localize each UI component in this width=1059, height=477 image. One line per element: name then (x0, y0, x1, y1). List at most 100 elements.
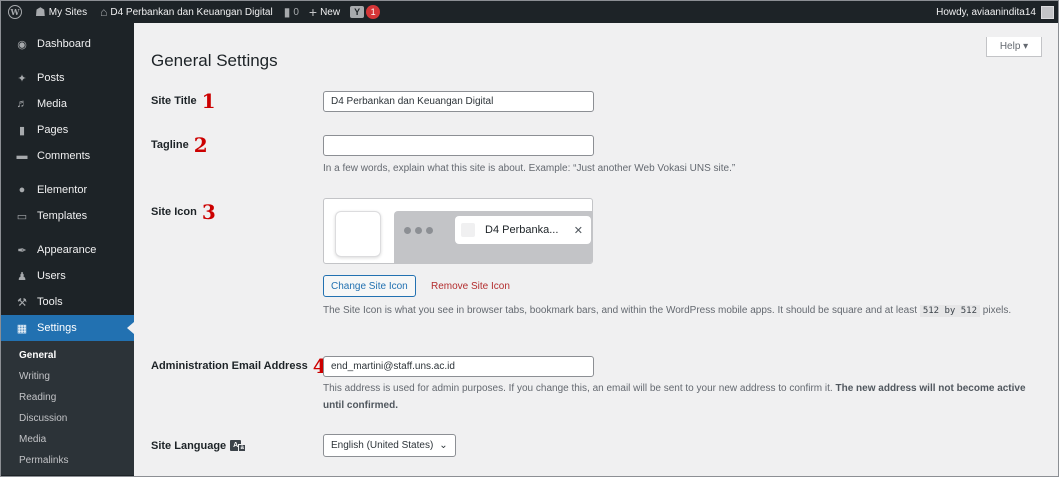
sidebar-item-templates[interactable]: ▭ Templates (1, 203, 134, 229)
howdy-label: Howdy, aviaanindita14 (936, 6, 1036, 18)
favicon-placeholder-icon (461, 223, 475, 237)
my-account-menu[interactable]: Howdy, aviaanindita14 (936, 1, 1054, 23)
submenu-item-discussion[interactable]: Discussion (1, 408, 134, 429)
sidebar-item-label: Tools (37, 296, 63, 308)
site-language-select[interactable]: English (United States) ⌄ (323, 434, 456, 457)
annotation-marker-2: 2 (193, 133, 208, 157)
sidebar-item-users[interactable]: ♟ Users (1, 263, 134, 289)
wordpress-logo-icon: W (8, 5, 22, 19)
page-title: General Settings (151, 51, 278, 70)
admin-bar: W ☗ My Sites ⌂ D4 Perbankan dan Keuangan… (1, 1, 1058, 23)
annotation-marker-1: 1 (201, 89, 216, 113)
main-content: Help ▾ General Settings Site Title 1 Tag… (151, 23, 1058, 476)
wordpress-logo-button[interactable]: W (1, 1, 30, 23)
site-name-label: D4 Perbankan dan Keuangan Digital (110, 6, 273, 18)
wrench-icon: ⚒ (17, 296, 27, 309)
submenu-item-reading[interactable]: Reading (1, 387, 134, 408)
elementor-icon: ● (18, 184, 26, 196)
admin-email-label-row: Administration Email Address 4 (151, 356, 327, 376)
site-language-value: English (United States) (331, 440, 434, 451)
site-icon-preview: D4 Perbanka... ✕ (323, 198, 593, 264)
translate-icon-secondary: a (238, 444, 247, 452)
site-title-label: Site Title (151, 95, 197, 107)
new-content-menu[interactable]: + New (304, 1, 345, 23)
my-sites-icon: ☗ (35, 5, 46, 19)
sidebar-item-label: Pages (37, 124, 69, 136)
sidebar-item-settings[interactable]: ▦ Settings (1, 315, 134, 341)
wp-admin-window: W ☗ My Sites ⌂ D4 Perbankan dan Keuangan… (0, 0, 1059, 477)
sidebar-item-posts[interactable]: ✦ Posts (1, 65, 134, 91)
pin-icon: ✦ (17, 72, 27, 85)
comment-icon: ▬ (16, 150, 28, 162)
browser-dots-icon (404, 227, 433, 234)
site-icon-description: The Site Icon is what you see in browser… (323, 302, 1043, 320)
site-icon-label-row: Site Icon 3 (151, 202, 216, 222)
new-label: New (320, 6, 341, 18)
sidebar-item-appearance[interactable]: ✒ Appearance (1, 237, 134, 263)
settings-icon: ▦ (16, 322, 28, 335)
users-icon: ♟ (17, 270, 27, 283)
plus-icon: + (308, 4, 318, 20)
browser-tab-title: D4 Perbanka... (485, 224, 559, 236)
folder-icon: ▭ (16, 210, 28, 223)
site-icon-description-text: The Site Icon is what you see in browser… (323, 305, 918, 316)
sidebar-item-label: Comments (37, 150, 91, 162)
pages-icon: ▮ (18, 124, 26, 137)
admin-email-description: This address is used for admin purposes.… (323, 380, 1043, 414)
site-language-label-row: Site Language Aa (151, 439, 247, 452)
admin-email-description-text: This address is used for admin purposes.… (323, 383, 833, 394)
media-icon: ♬ (16, 98, 28, 110)
site-language-label: Site Language (151, 439, 227, 452)
sidebar-item-label: Templates (37, 210, 88, 222)
sidebar-item-elementor[interactable]: ● Elementor (1, 177, 134, 203)
close-icon: ✕ (573, 224, 583, 237)
home-icon: ⌂ (100, 5, 108, 19)
sidebar-item-label: Settings (37, 322, 77, 334)
site-icon-label: Site Icon (151, 206, 197, 218)
submenu-item-general[interactable]: General (1, 345, 134, 366)
admin-sidebar: ◉ Dashboard ✦ Posts ♬ Media ▮ Pages ▬ Co… (1, 23, 134, 476)
sidebar-item-tools[interactable]: ⚒ Tools (1, 289, 134, 315)
submenu-item-media[interactable]: Media (1, 429, 134, 450)
change-site-icon-button[interactable]: Change Site Icon (323, 275, 416, 297)
yoast-seo-menu[interactable]: Y 1 (345, 1, 385, 23)
tagline-description: In a few words, explain what this site i… (323, 163, 736, 174)
avatar (1041, 5, 1054, 19)
site-title-input[interactable] (323, 91, 594, 112)
settings-submenu: General Writing Reading Discussion Media… (1, 341, 134, 475)
sidebar-item-label: Media (37, 98, 67, 110)
sidebar-item-label: Dashboard (37, 38, 91, 50)
yoast-icon: Y (350, 6, 365, 18)
submenu-item-writing[interactable]: Writing (1, 366, 134, 387)
my-sites-label: My Sites (48, 6, 88, 18)
tagline-label: Tagline (151, 139, 189, 151)
submenu-item-permalinks[interactable]: Permalinks (1, 450, 134, 471)
brush-icon: ✒ (17, 244, 27, 257)
admin-email-label: Administration Email Address (151, 360, 308, 372)
sidebar-item-dashboard[interactable]: ◉ Dashboard (1, 31, 134, 57)
site-icon-description-end: pixels. (982, 305, 1012, 316)
sidebar-item-media[interactable]: ♬ Media (1, 91, 134, 117)
comments-count: 0 (293, 6, 299, 18)
sidebar-item-comments[interactable]: ▬ Comments (1, 143, 134, 169)
help-tab-button[interactable]: Help ▾ (986, 37, 1042, 57)
admin-email-input[interactable] (323, 356, 594, 377)
remove-site-icon-link[interactable]: Remove Site Icon (431, 281, 510, 292)
site-name-menu[interactable]: ⌂ D4 Perbankan dan Keuangan Digital (92, 1, 278, 23)
sidebar-item-pages[interactable]: ▮ Pages (1, 117, 134, 143)
site-title-label-row: Site Title 1 (151, 91, 216, 111)
annotation-marker-3: 3 (201, 200, 216, 224)
browser-tab-preview: D4 Perbanka... ✕ (455, 216, 591, 244)
chevron-down-icon: ⌄ (439, 440, 448, 451)
sidebar-item-label: Posts (37, 72, 65, 84)
sidebar-item-label: Users (37, 270, 66, 282)
site-icon-placeholder (335, 211, 381, 257)
my-sites-menu[interactable]: ☗ My Sites (30, 1, 92, 23)
comment-bubble-icon: ▮ (283, 5, 291, 19)
tagline-label-row: Tagline 2 (151, 135, 208, 155)
sidebar-item-label: Appearance (37, 244, 97, 256)
tagline-input[interactable] (323, 135, 594, 156)
comments-menu[interactable]: ▮ 0 (278, 1, 304, 23)
yoast-notification-badge: 1 (366, 5, 381, 19)
dashboard-icon: ◉ (17, 38, 27, 51)
